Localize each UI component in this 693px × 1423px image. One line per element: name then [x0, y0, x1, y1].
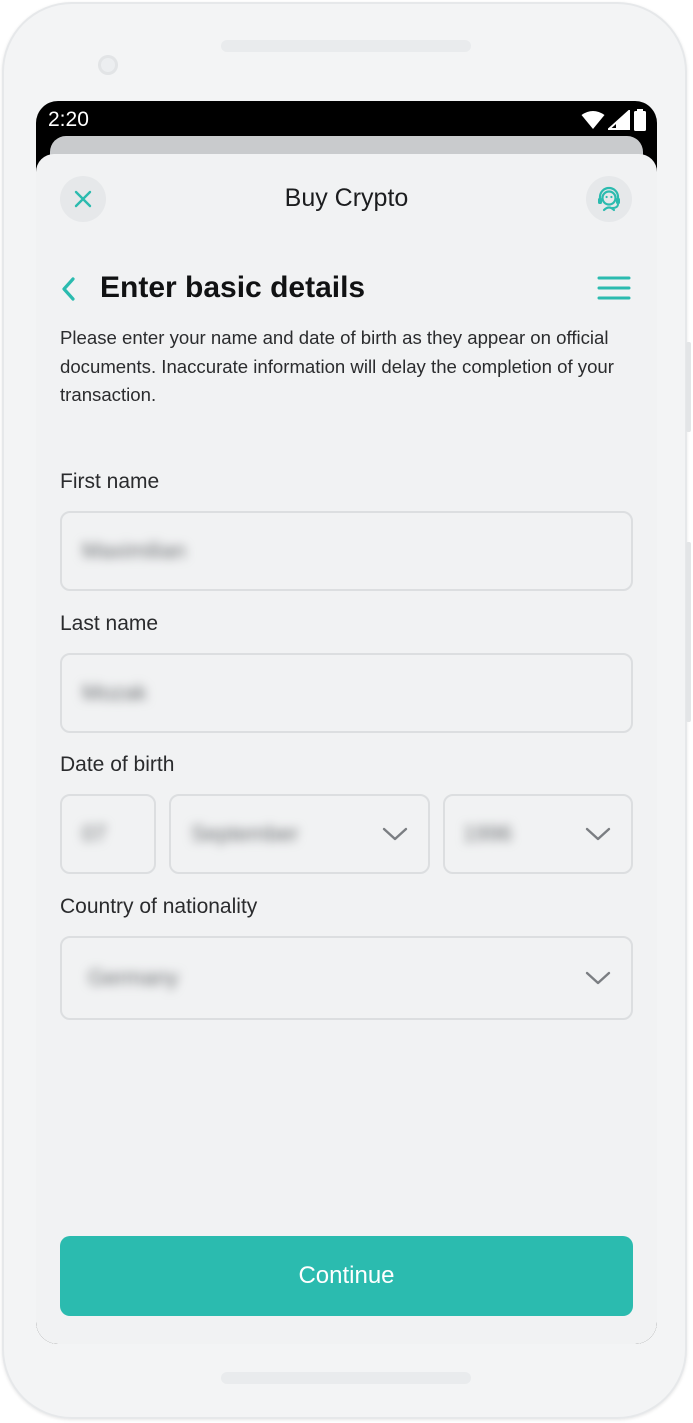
nationality-label: Country of nationality: [60, 895, 258, 918]
status-bar: 2:20: [36, 101, 657, 141]
chevron-left-icon: [62, 277, 75, 301]
dob-day-value: 07: [82, 821, 107, 846]
dob-year-value: 1996: [463, 821, 512, 846]
speaker-grille: [221, 40, 471, 52]
page-title: Enter basic details: [100, 271, 366, 304]
continue-button[interactable]: Continue: [60, 1236, 633, 1316]
bottom-grille: [221, 1372, 471, 1384]
first-name-input[interactable]: Maximilian: [60, 511, 633, 591]
nationality-value: Germany: [88, 965, 179, 990]
app-title: Buy Crypto: [284, 184, 409, 212]
support-agent-icon: [598, 186, 620, 212]
menu-button[interactable]: [596, 272, 632, 304]
signal-icon: [608, 110, 630, 130]
phone-frame: 2:20 Buy Crypto Enter basic details Plea…: [2, 2, 691, 1419]
first-name-value: Maximilian: [82, 538, 186, 563]
last-name-input[interactable]: Mozak: [60, 653, 633, 733]
dob-year-select[interactable]: 1996: [443, 794, 633, 874]
dob-day-input[interactable]: 07: [60, 794, 156, 874]
buy-crypto-sheet: Buy Crypto Enter basic details Please en…: [36, 154, 657, 1344]
hamburger-menu-icon: [597, 276, 631, 300]
back-button[interactable]: [54, 273, 82, 305]
dob-month-select[interactable]: September: [169, 794, 430, 874]
status-icons: [581, 109, 647, 131]
volume-button: [686, 542, 691, 722]
chevron-down-icon: [382, 827, 408, 841]
power-button: [686, 342, 691, 432]
page-description: Please enter your name and date of birth…: [60, 327, 614, 405]
dob-month-value: September: [191, 821, 299, 846]
wifi-icon: [581, 111, 605, 129]
status-time: 2:20: [48, 108, 89, 131]
last-name-value: Mozak: [82, 680, 147, 705]
support-button[interactable]: [586, 176, 632, 222]
chevron-down-icon: [585, 971, 611, 985]
screen: 2:20 Buy Crypto Enter basic details Plea…: [36, 101, 657, 1344]
front-camera: [98, 55, 118, 75]
date-of-birth-label: Date of birth: [60, 753, 175, 776]
first-name-label: First name: [60, 470, 160, 493]
nationality-select[interactable]: Germany: [60, 936, 633, 1020]
battery-icon: [634, 109, 646, 131]
chevron-down-icon: [585, 827, 611, 841]
last-name-label: Last name: [60, 612, 159, 635]
